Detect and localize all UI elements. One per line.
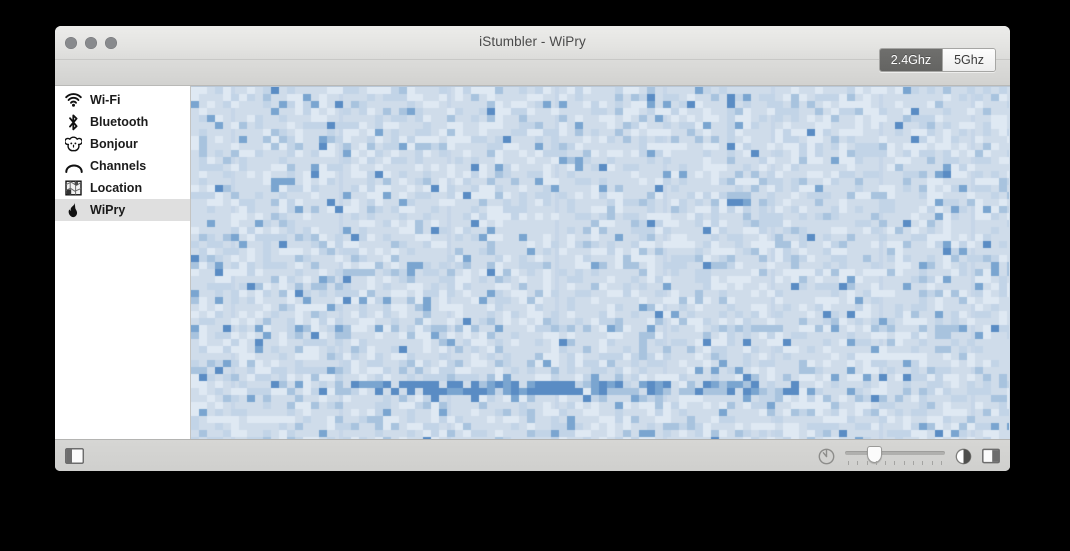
clock-icon[interactable] [818, 448, 835, 465]
bluetooth-icon [64, 113, 83, 131]
band-segmented-control[interactable]: 2.4Ghz 5Ghz [878, 48, 996, 72]
sidebar-item-label: Location [90, 181, 143, 195]
toolbar: 2.4Ghz 5Ghz [55, 48, 1010, 86]
sidebar-item-label: WiPry [90, 203, 126, 217]
slider-track[interactable] [845, 451, 945, 455]
app-window: iStumbler - WiPry 2.4Ghz 5Ghz Wi-Fi Blue… [55, 26, 1010, 471]
sidebar-item-location[interactable]: Location [55, 177, 190, 199]
title-bar: iStumbler - WiPry [55, 26, 1010, 60]
band-segment-24ghz[interactable]: 2.4Ghz [879, 49, 943, 71]
sidebar-toggle-icon[interactable] [64, 447, 85, 465]
sidebar-item-bonjour[interactable]: Bonjour [55, 133, 190, 155]
bonjour-icon [64, 135, 83, 153]
sidebar-item-wipry[interactable]: WiPry [55, 199, 190, 221]
bottom-bar [55, 439, 1010, 471]
channels-icon [64, 157, 83, 175]
bottom-bar-controls [818, 446, 1000, 466]
window-title: iStumbler - WiPry [479, 34, 586, 49]
flame-icon [64, 201, 83, 219]
window-body: Wi-Fi Bluetooth Bonjour Channels Locatio… [55, 86, 1010, 439]
location-icon [64, 179, 83, 197]
sidebar-item-label: Bluetooth [90, 115, 149, 129]
sidebar-item-label: Wi-Fi [90, 93, 121, 107]
sidebar: Wi-Fi Bluetooth Bonjour Channels Locatio… [55, 86, 191, 439]
sidebar-item-label: Channels [90, 159, 147, 173]
speed-slider[interactable] [845, 446, 945, 466]
contrast-icon[interactable] [955, 448, 972, 465]
wifi-icon [64, 91, 83, 109]
sidebar-item-label: Bonjour [90, 137, 138, 151]
sidebar-item-channels[interactable]: Channels [55, 155, 190, 177]
fullscreen-icon[interactable] [982, 448, 1000, 464]
slider-ticks [848, 461, 942, 466]
sidebar-item-wifi[interactable]: Wi-Fi [55, 89, 190, 111]
band-segment-5ghz[interactable]: 5Ghz [942, 49, 995, 71]
sidebar-item-bluetooth[interactable]: Bluetooth [55, 111, 190, 133]
spectrum-waterfall[interactable] [191, 86, 1010, 439]
spectrum-waterfall-canvas[interactable] [191, 87, 1009, 439]
